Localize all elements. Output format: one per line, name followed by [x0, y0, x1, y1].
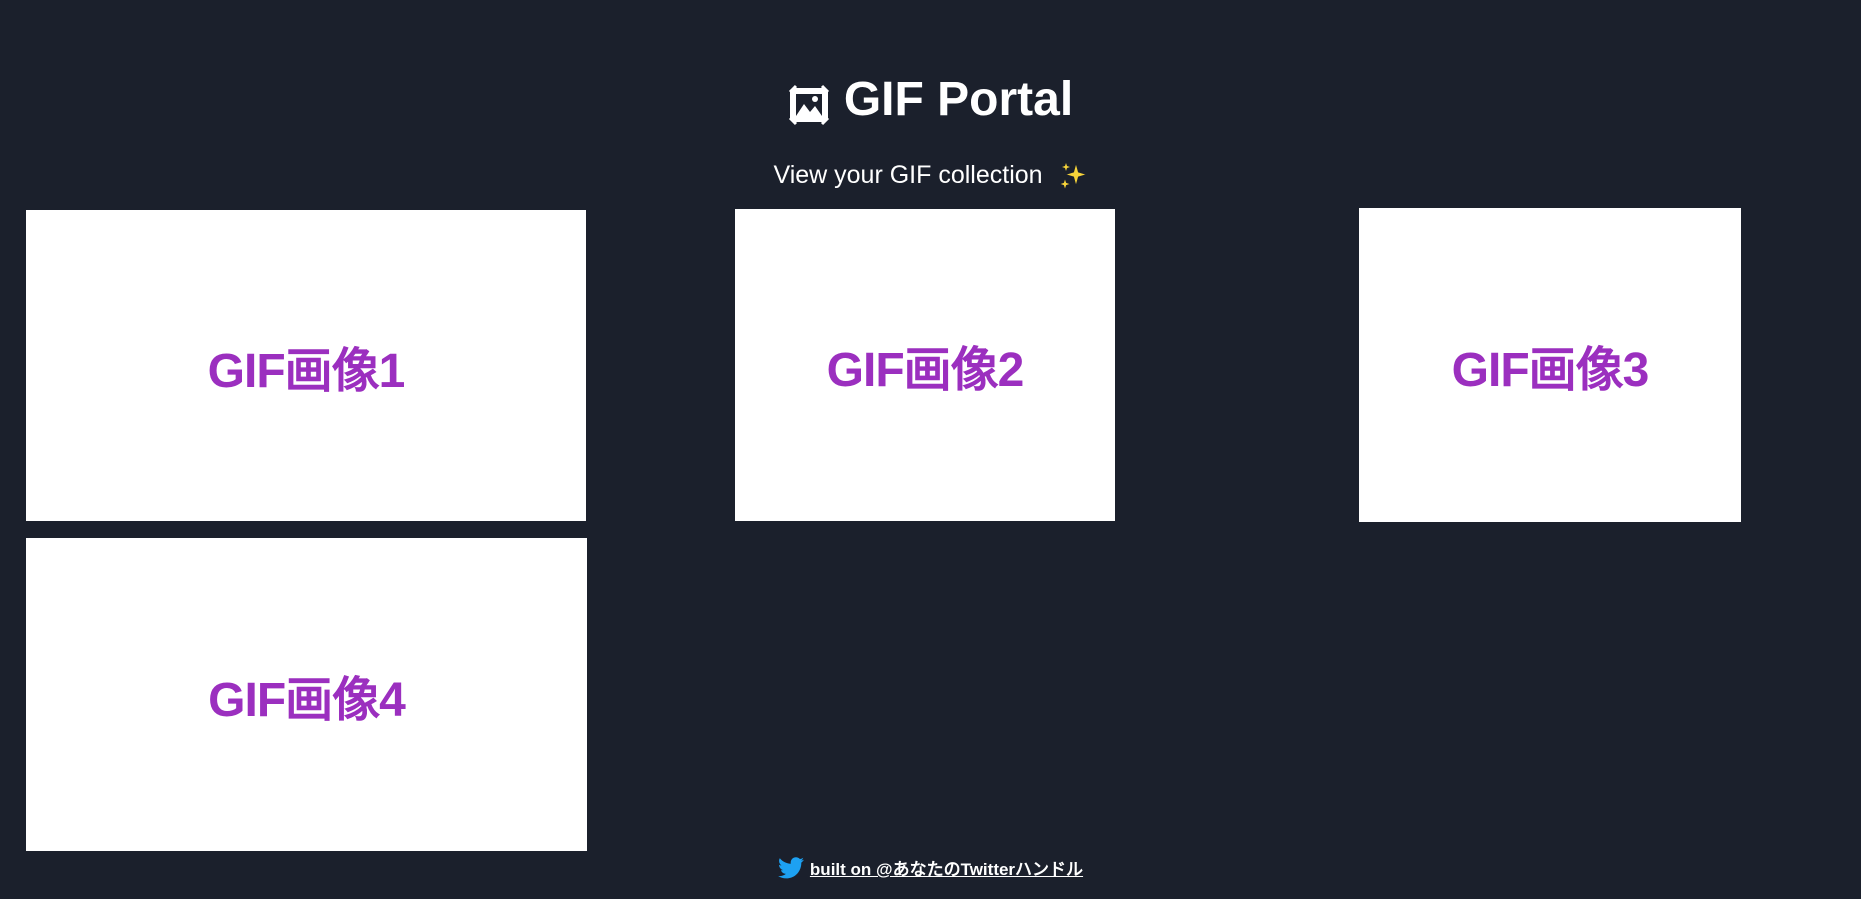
header: GIF Portal	[0, 68, 1861, 132]
page-title: GIF Portal	[788, 68, 1073, 132]
gif-label: GIF画像2	[826, 344, 1025, 397]
page-subtitle-text: View your GIF collection	[773, 161, 1043, 189]
gif-label: GIF画像3	[1451, 344, 1650, 397]
page: GIF Portal View your GIF collection GIF画…	[0, 0, 1861, 899]
twitter-icon	[777, 856, 804, 878]
page-title-text: GIF Portal	[843, 73, 1074, 126]
sparkles-icon	[1056, 161, 1089, 192]
framed-picture-icon	[788, 79, 830, 126]
gif-label: GIF画像4	[208, 673, 406, 727]
page-subtitle: View your GIF collection	[0, 158, 1861, 192]
gif-card-4[interactable]: GIF画像4	[26, 538, 587, 851]
twitter-handle-link[interactable]: built on @あなたのTwitterハンドル	[810, 855, 1083, 880]
gif-card-1[interactable]: GIF画像1	[26, 210, 586, 521]
gif-card-2[interactable]: GIF画像2	[735, 209, 1115, 521]
gif-card-3[interactable]: GIF画像3	[1359, 208, 1741, 522]
gif-label: GIF画像1	[207, 344, 406, 398]
footer: built on @あなたのTwitterハンドル	[0, 855, 1861, 880]
